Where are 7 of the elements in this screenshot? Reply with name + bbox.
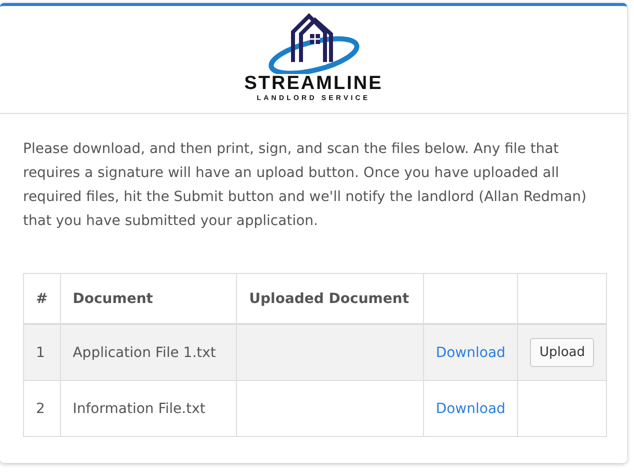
- table-cell: 1: [24, 324, 60, 380]
- logo-name: STREAMLINE: [244, 74, 383, 94]
- table-cell: Information File.txt: [60, 380, 237, 436]
- table-cell: Application File 1.txt: [60, 324, 237, 380]
- instructions-text: Please download, and then print, sign, and scan the files below. Any file that requires a signature will have an upload button. Once you have uploaded all required files, hit the Submit button and we'll notify the landlord (Allan Redman) that you have submitted your application.: [23, 140, 588, 231]
- table-cell: 2: [24, 380, 60, 436]
- upload-button[interactable]: Upload: [530, 338, 594, 367]
